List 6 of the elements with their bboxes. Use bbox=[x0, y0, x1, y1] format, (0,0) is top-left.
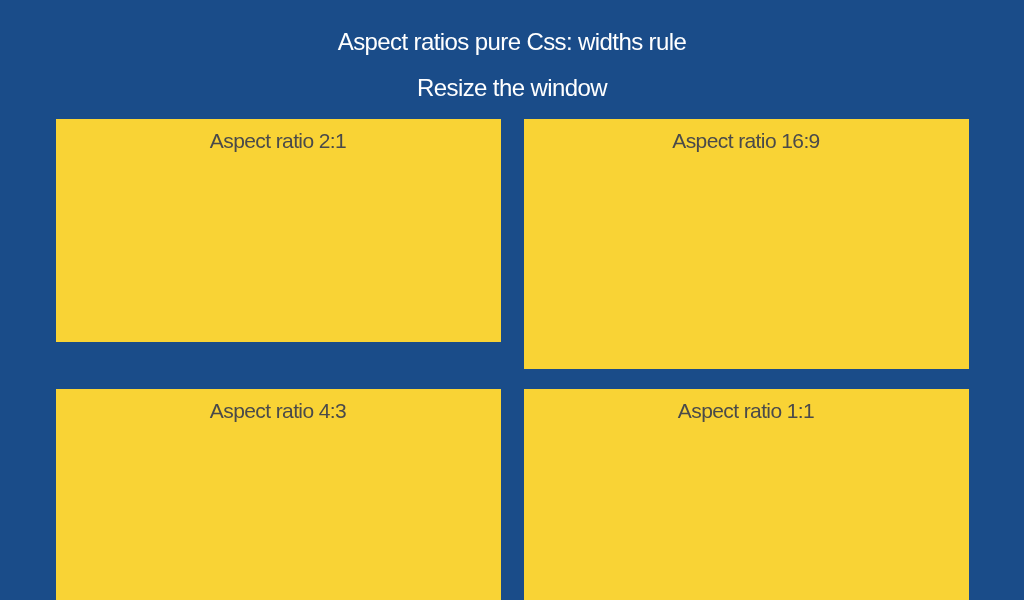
card-label: Aspect ratio 4:3 bbox=[209, 398, 347, 425]
card-label: Aspect ratio 2:1 bbox=[209, 128, 347, 154]
card-label: Aspect ratio 1:1 bbox=[677, 398, 815, 425]
page-title: Aspect ratios pure Css: widths rule bbox=[337, 27, 687, 57]
card-label: Aspect ratio 16:9 bbox=[672, 128, 820, 154]
page-subtitle: Resize the window bbox=[417, 73, 607, 103]
